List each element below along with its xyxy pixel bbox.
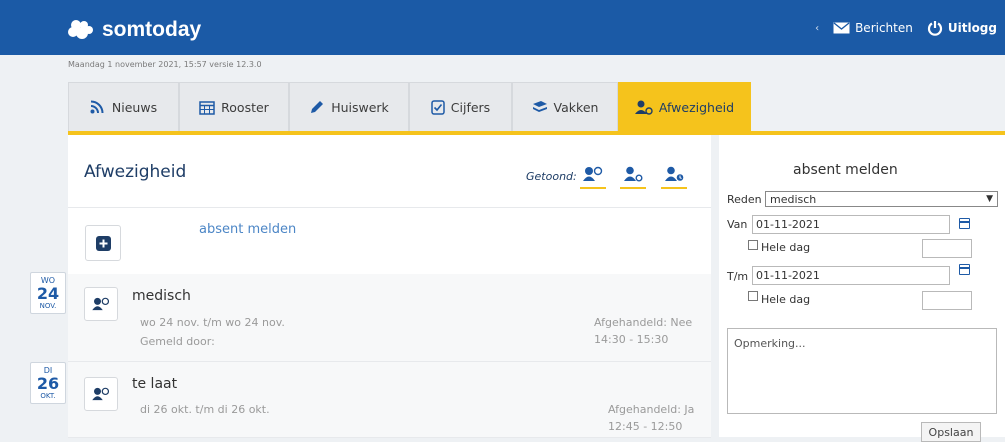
books-icon bbox=[532, 101, 547, 112]
somtoday-logo[interactable]: somtoday bbox=[68, 18, 201, 42]
reason-select[interactable]: medisch ▼ bbox=[765, 191, 998, 207]
somtoday-logo-icon bbox=[68, 20, 93, 39]
pencil-icon bbox=[311, 101, 324, 113]
add-absence-row: absent melden bbox=[68, 208, 711, 275]
date-number: 24 bbox=[36, 284, 60, 303]
checkbox-icon bbox=[431, 99, 445, 115]
power-icon bbox=[927, 21, 942, 36]
entry-reported-by: Gemeld door: bbox=[140, 335, 215, 348]
filter-underline bbox=[620, 187, 646, 189]
version-info: Maandag 1 november 2021, 15:57 versie 12… bbox=[68, 60, 262, 69]
absence-entry[interactable]: te laat di 26 okt. t/m di 26 okt. Afgeha… bbox=[68, 362, 711, 438]
messages-link[interactable]: Berichten bbox=[833, 21, 913, 35]
brand-name: somtoday bbox=[102, 18, 202, 41]
user-absent-icon bbox=[624, 166, 643, 182]
entry-handled-status: Afgehandeld: Ja bbox=[608, 403, 695, 416]
tab-label: Vakken bbox=[553, 99, 599, 115]
main-tabs: Nieuws Rooster Huiswerk Cijfers Vakken A… bbox=[68, 82, 1005, 131]
tab-label: Afwezigheid bbox=[658, 99, 735, 115]
user-speech-icon bbox=[92, 297, 110, 311]
entry-title: te laat bbox=[132, 376, 178, 392]
entry-handled-status: Afgehandeld: Nee bbox=[594, 316, 693, 329]
entry-date-range: wo 24 nov. t/m wo 24 nov. bbox=[140, 316, 285, 329]
filter-late-button[interactable] bbox=[658, 159, 690, 189]
remark-placeholder: Opmerking... bbox=[734, 337, 806, 350]
top-nav: ‹ Berichten Uitlogg bbox=[815, 20, 997, 36]
rss-icon bbox=[90, 100, 104, 114]
reason-value: medisch bbox=[770, 192, 817, 206]
tab-afwezigheid[interactable]: Afwezigheid bbox=[618, 82, 751, 131]
filter-reported-button[interactable] bbox=[577, 159, 609, 189]
messages-label: Berichten bbox=[855, 21, 913, 35]
to-date-value: 01-11-2021 bbox=[756, 269, 820, 282]
chevron-left-icon[interactable]: ‹ bbox=[815, 23, 819, 34]
from-whole-day-checkbox[interactable] bbox=[748, 240, 758, 250]
user-speech-icon bbox=[583, 166, 603, 181]
plus-square-icon bbox=[95, 235, 111, 251]
from-time-input[interactable] bbox=[922, 239, 972, 258]
filter-underline bbox=[661, 187, 687, 189]
absence-panel: Afwezigheid Getoond: absent melden medis… bbox=[68, 135, 711, 438]
top-bar: somtoday ‹ Berichten Uitlogg bbox=[0, 0, 1005, 55]
add-absence-link[interactable]: absent melden bbox=[199, 222, 296, 237]
tab-label: Huiswerk bbox=[331, 99, 389, 115]
logout-label: Uitlogg bbox=[947, 21, 997, 35]
calendar-icon bbox=[199, 100, 215, 115]
entry-time: 12:45 - 12:50 bbox=[608, 420, 683, 433]
filter-absent-button[interactable] bbox=[617, 159, 649, 189]
whole-day-label: Hele dag bbox=[761, 293, 811, 306]
whole-day-label: Hele dag bbox=[761, 241, 811, 254]
envelope-icon bbox=[833, 22, 850, 34]
tab-huiswerk[interactable]: Huiswerk bbox=[289, 82, 409, 131]
reason-label: Reden bbox=[727, 193, 762, 206]
to-calendar-icon[interactable] bbox=[959, 264, 970, 275]
date-badge: WO 24 NOV. bbox=[30, 272, 66, 314]
entry-type-button bbox=[84, 377, 118, 411]
tab-label: Nieuws bbox=[111, 99, 158, 115]
page-title: Afwezigheid bbox=[84, 162, 187, 182]
add-absence-button[interactable] bbox=[85, 225, 121, 261]
shown-label: Getoond: bbox=[526, 170, 577, 183]
date-number: 26 bbox=[36, 374, 60, 393]
entry-title: medisch bbox=[132, 288, 191, 304]
panel-header: Afwezigheid Getoond: bbox=[68, 135, 711, 208]
entry-type-button bbox=[84, 287, 118, 321]
remark-textarea[interactable]: Opmerking... bbox=[727, 328, 997, 414]
absence-form: absent melden Reden medisch ▼ Van 01-11-… bbox=[719, 135, 1005, 442]
save-button[interactable]: Opslaan bbox=[921, 422, 981, 442]
form-title: absent melden bbox=[793, 162, 898, 178]
from-calendar-icon[interactable] bbox=[959, 218, 970, 229]
date-badge: DI 26 OKT. bbox=[30, 362, 66, 404]
absence-icon bbox=[634, 100, 653, 115]
to-label: T/m bbox=[727, 270, 749, 283]
entry-date-range: di 26 okt. t/m di 26 okt. bbox=[140, 403, 270, 416]
filter-underline bbox=[580, 187, 606, 189]
tab-vakken[interactable]: Vakken bbox=[512, 82, 618, 131]
date-month: OKT. bbox=[40, 392, 56, 400]
tab-cijfers[interactable]: Cijfers bbox=[409, 82, 512, 131]
user-clock-icon bbox=[665, 166, 684, 181]
from-label: Van bbox=[727, 218, 748, 231]
from-date-value: 01-11-2021 bbox=[756, 218, 820, 231]
tab-label: Cijfers bbox=[450, 99, 491, 115]
to-whole-day-checkbox[interactable] bbox=[748, 291, 758, 301]
tab-nieuws[interactable]: Nieuws bbox=[68, 82, 179, 131]
chevron-down-icon: ▼ bbox=[986, 194, 993, 204]
entry-time: 14:30 - 15:30 bbox=[594, 333, 669, 346]
tab-label: Rooster bbox=[221, 99, 269, 115]
user-speech-icon bbox=[92, 387, 110, 401]
from-date-input[interactable]: 01-11-2021 bbox=[752, 215, 950, 234]
absence-entry[interactable]: medisch wo 24 nov. t/m wo 24 nov. Gemeld… bbox=[68, 274, 711, 362]
date-month: NOV. bbox=[39, 302, 57, 310]
to-date-input[interactable]: 01-11-2021 bbox=[752, 266, 950, 285]
logout-link[interactable]: Uitlogg bbox=[927, 20, 997, 36]
tab-rooster[interactable]: Rooster bbox=[179, 82, 289, 131]
to-time-input[interactable] bbox=[922, 291, 972, 310]
